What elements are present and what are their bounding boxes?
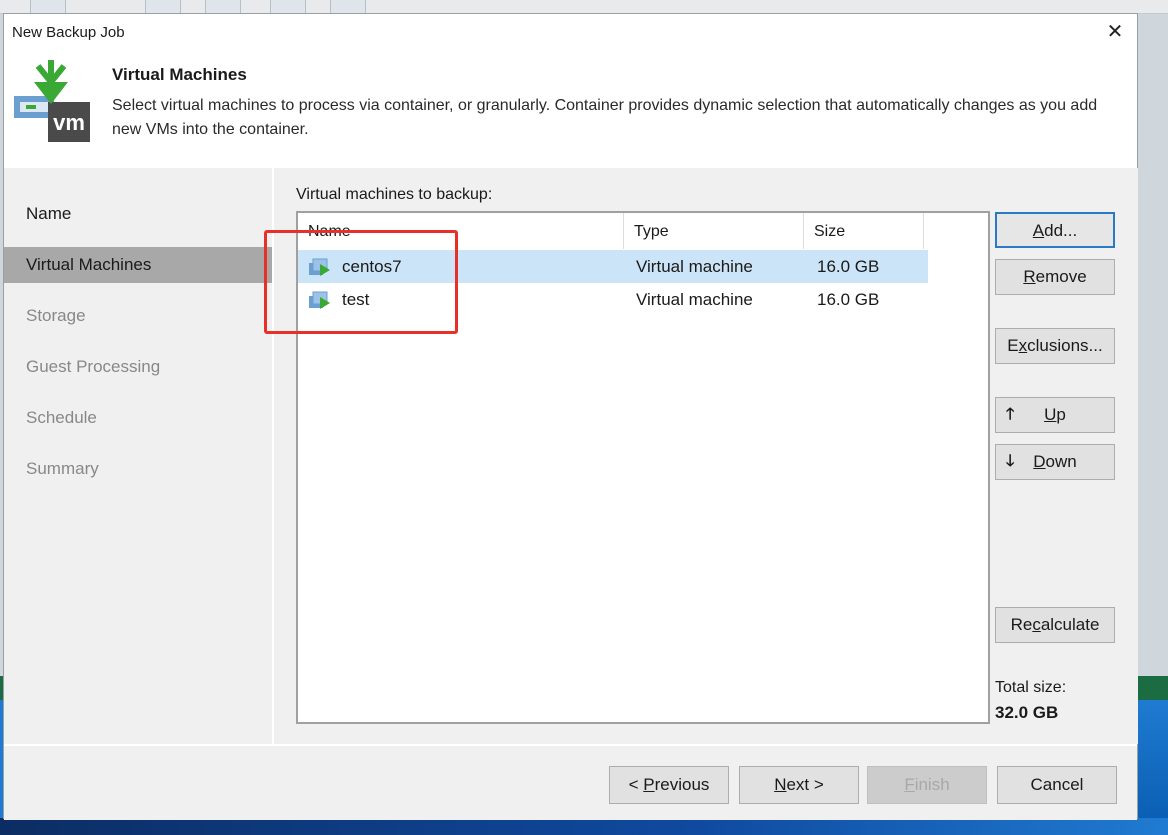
- column-header-size[interactable]: Size: [804, 213, 924, 249]
- vm-type: Virtual machine: [636, 290, 753, 309]
- recalculate-button-accesskey: c: [1032, 615, 1041, 634]
- background-toolbar-tile: [330, 0, 366, 14]
- down-button[interactable]: 🡓 Down: [995, 444, 1115, 480]
- previous-button-accesskey: P: [643, 775, 655, 794]
- finish-button-label: inish: [914, 775, 950, 794]
- exclusions-button-label: clusions...: [1027, 336, 1103, 355]
- next-button-label: ext >: [786, 775, 824, 794]
- background-desktop: [1138, 700, 1168, 820]
- previous-button[interactable]: < Previous: [609, 766, 729, 804]
- finish-button-accesskey: F: [904, 775, 915, 794]
- nav-step-schedule[interactable]: Schedule: [4, 400, 272, 436]
- vm-backup-icon: vm: [14, 60, 90, 142]
- exclusions-button[interactable]: Exclusions...: [995, 328, 1115, 364]
- background-toolbar-tile: [205, 0, 241, 14]
- step-header: vm Virtual Machines Select virtual machi…: [4, 50, 1137, 168]
- cancel-button[interactable]: Cancel: [997, 766, 1117, 804]
- nav-step-storage[interactable]: Storage: [4, 298, 272, 334]
- step-description: Select virtual machines to process via c…: [112, 97, 1098, 138]
- column-header-type[interactable]: Type: [624, 213, 804, 249]
- next-button[interactable]: Next >: [739, 766, 859, 804]
- background-toolbar-tile: [270, 0, 306, 14]
- up-button-label: p: [1056, 405, 1066, 424]
- vm-list[interactable]: Name Type Size centos7 Virtual machine 1…: [296, 211, 990, 724]
- total-size-label: Total size:: [995, 679, 1067, 696]
- nav-step-summary[interactable]: Summary: [4, 451, 272, 487]
- step-title: Virtual Machines: [112, 65, 247, 84]
- total-size-value: 32.0 GB: [995, 703, 1059, 722]
- nav-step-guest-processing[interactable]: Guest Processing: [4, 349, 272, 385]
- background-toolbar: [0, 0, 1168, 14]
- vm-icon: [309, 258, 330, 276]
- vm-size: 16.0 GB: [817, 290, 880, 309]
- vm-name: centos7: [342, 257, 402, 276]
- wizard-steps-nav: Name Virtual Machines Storage Guest Proc…: [4, 168, 272, 744]
- add-button-label: dd...: [1044, 221, 1078, 240]
- background-desktop: [1138, 676, 1168, 700]
- add-button[interactable]: Add...: [995, 212, 1115, 248]
- previous-button-label: <: [628, 775, 644, 794]
- exclusions-button-label: E: [1007, 336, 1019, 355]
- taskbar: [0, 818, 1168, 835]
- up-button[interactable]: 🡑 Up: [995, 397, 1115, 433]
- dialog-footer: < Previous Next > Finish Cancel: [4, 744, 1137, 820]
- new-backup-job-dialog: New Backup Job ✕ vm Virtual Machines Sel…: [3, 13, 1138, 820]
- vm-list-label: Virtual machines to backup:: [296, 186, 493, 203]
- arrow-down-icon: 🡓: [1006, 453, 1015, 470]
- recalculate-button-label: Re: [1010, 615, 1033, 634]
- remove-button[interactable]: Remove: [995, 259, 1115, 295]
- add-button-accesskey: A: [1032, 221, 1045, 240]
- previous-button-label: revious: [654, 775, 710, 794]
- down-button-accesskey: D: [1033, 452, 1046, 471]
- vm-name: test: [342, 290, 370, 309]
- vm-icon-text: vm: [53, 110, 85, 135]
- up-button-accesskey: U: [1044, 405, 1057, 424]
- remove-button-accesskey: R: [1023, 267, 1036, 286]
- finish-button[interactable]: Finish: [867, 766, 987, 804]
- vm-size: 16.0 GB: [817, 257, 880, 276]
- down-button-label: own: [1045, 452, 1077, 471]
- table-row[interactable]: centos7 Virtual machine 16.0 GB: [298, 250, 928, 283]
- recalculate-button-label: alculate: [1040, 615, 1100, 634]
- vm-type: Virtual machine: [636, 257, 753, 276]
- nav-step-virtual-machines[interactable]: Virtual Machines: [4, 247, 272, 283]
- vm-icon: [309, 291, 330, 309]
- table-row[interactable]: test Virtual machine 16.0 GB: [298, 283, 928, 316]
- recalculate-button[interactable]: Recalculate: [995, 607, 1115, 643]
- nav-step-name[interactable]: Name: [4, 196, 272, 232]
- exclusions-button-accesskey: x: [1018, 336, 1028, 355]
- background-toolbar-tile: [145, 0, 181, 14]
- remove-button-label: emove: [1035, 267, 1087, 286]
- dialog-title: New Backup Job: [12, 24, 125, 41]
- column-header-name[interactable]: Name: [298, 213, 624, 249]
- close-icon[interactable]: ✕: [1101, 18, 1129, 46]
- next-button-accesskey: N: [774, 775, 787, 794]
- background-toolbar-tile: [30, 0, 66, 14]
- arrow-up-icon: 🡑: [1006, 406, 1015, 423]
- dialog-titlebar[interactable]: New Backup Job ✕: [4, 14, 1137, 50]
